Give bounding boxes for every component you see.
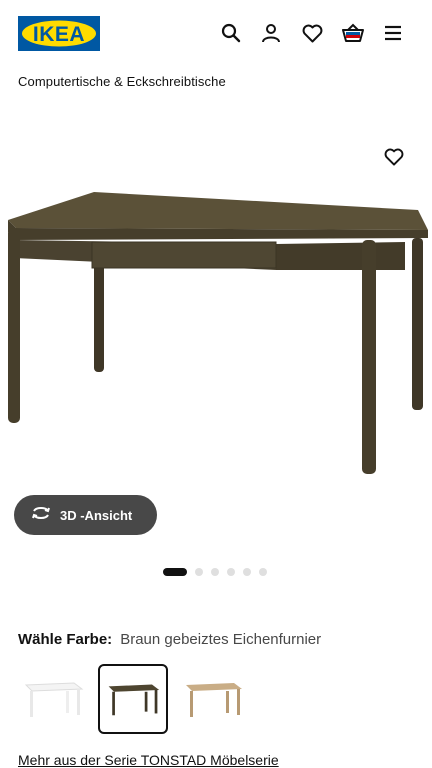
favorite-heart-icon[interactable] [380,143,408,171]
swatch-oak-desk[interactable] [178,664,248,734]
carousel-dot[interactable] [243,568,251,576]
menu-icon[interactable] [381,21,405,45]
carousel-dot[interactable] [211,568,219,576]
carousel-dot[interactable] [163,568,187,576]
color-value: Braun gebeiztes Eichenfurnier [120,631,322,648]
carousel-dots [163,567,275,577]
product-image-desk [8,192,428,474]
breadcrumb[interactable]: Computertische & Eckschreibtische [18,74,226,89]
color-label: Wähle Farbe: [18,631,113,648]
ikea-logo[interactable]: IKEA [18,16,100,51]
heart-icon[interactable] [300,21,324,45]
svg-text:IKEA: IKEA [33,23,85,46]
swatch-white-desk[interactable] [18,664,88,734]
carousel-dot[interactable] [195,568,203,576]
rotate-icon [30,505,52,526]
view-3d-button[interactable]: 3D -Ansicht [14,495,157,535]
carousel-dot[interactable] [259,568,267,576]
swatch-brown-desk[interactable] [98,664,168,734]
color-selection: Wähle Farbe: Braun gebeiztes Eichenfurni… [18,631,321,648]
header: IKEA [0,0,432,68]
carousel-dot[interactable] [227,568,235,576]
basket-icon[interactable] [341,21,365,45]
user-icon[interactable] [259,21,283,45]
series-link[interactable]: Mehr aus der Serie TONSTAD Möbelserie [18,752,279,768]
view-3d-label: 3D -Ansicht [60,507,133,523]
search-icon[interactable] [219,21,243,45]
